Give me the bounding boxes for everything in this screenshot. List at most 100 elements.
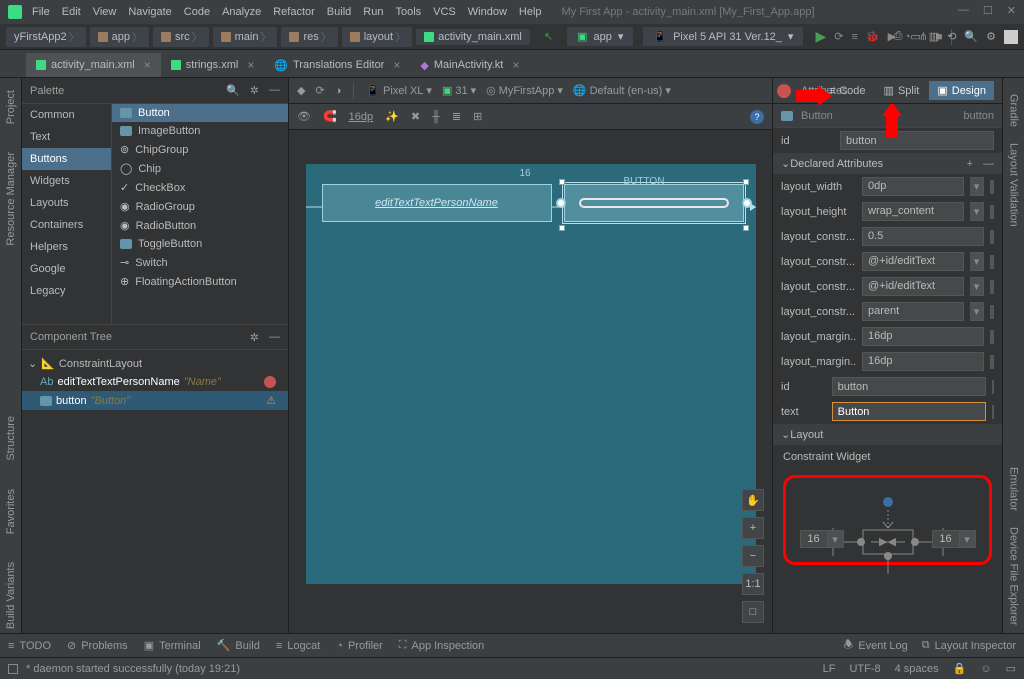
zoom-reset-button[interactable]: 1:1 bbox=[742, 573, 764, 595]
add-attr-icon[interactable]: + bbox=[967, 158, 973, 170]
palette-item-imagebutton[interactable]: ImageButton bbox=[112, 122, 288, 140]
attr-value-input[interactable] bbox=[832, 402, 986, 421]
palette-cat-helpers[interactable]: Helpers bbox=[22, 236, 111, 258]
chevron-down-icon[interactable]: ▾ bbox=[960, 530, 976, 548]
search-icon[interactable]: 🔍 bbox=[226, 84, 240, 97]
sync-icon[interactable]: ⟲ bbox=[947, 30, 956, 44]
apply-code-icon[interactable]: ≡ bbox=[851, 31, 857, 43]
status-user-icon[interactable]: ☺ bbox=[980, 663, 991, 675]
design-canvas[interactable]: 16 editTextTextPersonName BUTTON bbox=[306, 164, 756, 584]
attr-value-input[interactable]: 16dp bbox=[862, 352, 984, 371]
menu-window[interactable]: Window bbox=[468, 6, 507, 18]
breadcrumb[interactable]: app〉 bbox=[90, 27, 149, 47]
breadcrumb[interactable]: yFirstApp2〉 bbox=[6, 27, 86, 47]
palette-item-radiobutton[interactable]: ◉RadioButton bbox=[112, 216, 288, 235]
menu-edit[interactable]: Edit bbox=[62, 6, 81, 18]
gear-icon[interactable]: ✲ bbox=[250, 84, 259, 97]
night-icon[interactable]: ◑ bbox=[335, 85, 342, 97]
rail-resource-manager[interactable]: Resource Manager bbox=[5, 148, 17, 250]
attr-value-input[interactable]: 0.5 bbox=[862, 227, 984, 246]
run-icon[interactable]: ▶ bbox=[815, 28, 826, 45]
bottom-inspection[interactable]: ⛶ App Inspection bbox=[399, 639, 484, 652]
breadcrumb[interactable]: layout〉 bbox=[342, 27, 412, 47]
chevron-down-icon[interactable]: ▾ bbox=[970, 252, 984, 271]
tab-translations[interactable]: 🌐Translations Editor× bbox=[264, 53, 410, 77]
zoom-fit-button[interactable]: □ bbox=[742, 601, 764, 623]
view-split-button[interactable]: ▥ Split bbox=[876, 81, 928, 100]
bottom-logcat[interactable]: ≡ Logcat bbox=[276, 640, 320, 652]
palette-item-chip[interactable]: ◯Chip bbox=[112, 159, 288, 178]
status-encoding[interactable]: UTF-8 bbox=[849, 663, 880, 675]
rail-layout-validation[interactable]: Layout Validation bbox=[1008, 135, 1020, 235]
palette-item-chipgroup[interactable]: ⊚ChipGroup bbox=[112, 140, 288, 159]
menu-file[interactable]: File bbox=[32, 6, 50, 18]
view-code-button[interactable]: ≡ Code bbox=[821, 82, 874, 100]
settings-icon[interactable]: ⚙ bbox=[986, 30, 996, 44]
status-indent[interactable]: 4 spaces bbox=[895, 663, 939, 675]
menu-tools[interactable]: Tools bbox=[395, 6, 421, 18]
attr-value-input[interactable]: 0dp bbox=[862, 177, 964, 196]
attr-value-input[interactable]: @+id/editText bbox=[862, 277, 964, 296]
git-icon[interactable]: ⎙ bbox=[894, 30, 903, 44]
bottom-problems[interactable]: ⊘ Problems bbox=[67, 639, 128, 652]
clear-constraints-icon[interactable]: ✖ bbox=[411, 110, 420, 123]
attr-value-input[interactable]: @+id/editText bbox=[862, 252, 964, 271]
theme-picker[interactable]: ◎ MyFirstApp ▾ bbox=[486, 84, 563, 97]
help-icon[interactable]: ? bbox=[750, 110, 764, 124]
gear-icon[interactable]: ✲ bbox=[250, 331, 259, 344]
menu-build[interactable]: Build bbox=[327, 6, 351, 18]
breadcrumb[interactable]: res〉 bbox=[281, 27, 337, 47]
view-design-button[interactable]: ▣ Design bbox=[929, 81, 994, 100]
chevron-down-icon[interactable]: ▾ bbox=[970, 302, 984, 321]
cw-right-margin[interactable] bbox=[932, 530, 960, 548]
rail-build-variants[interactable]: Build Variants bbox=[5, 558, 17, 633]
palette-item-fab[interactable]: ⊕FloatingActionButton bbox=[112, 272, 288, 291]
tab-mainactivity[interactable]: ◆MainActivity.kt× bbox=[410, 53, 529, 77]
zoom-in-button[interactable]: + bbox=[742, 517, 764, 539]
status-lock-icon[interactable]: 🔒 bbox=[953, 662, 967, 675]
chevron-down-icon[interactable]: ▾ bbox=[970, 277, 984, 296]
menu-help[interactable]: Help bbox=[519, 6, 542, 18]
bottom-todo[interactable]: ≡ TODO bbox=[8, 640, 51, 652]
eye-icon[interactable]: 👁 bbox=[297, 110, 311, 123]
tree-item-button[interactable]: button "Button"⚠ bbox=[22, 391, 288, 410]
tab-activity-main[interactable]: activity_main.xml× bbox=[26, 53, 161, 77]
bottom-build[interactable]: 🔨 Build bbox=[217, 639, 260, 652]
breadcrumb[interactable]: main〉 bbox=[213, 27, 278, 47]
minimize-icon[interactable]: — bbox=[269, 331, 280, 344]
maximize-icon[interactable]: ☐ bbox=[983, 4, 993, 17]
rail-gradle[interactable]: Gradle bbox=[1008, 86, 1020, 135]
attr-value-input[interactable] bbox=[832, 377, 986, 396]
rail-favorites[interactable]: Favorites bbox=[5, 485, 17, 538]
align-icon[interactable]: ≣ bbox=[452, 110, 461, 123]
rail-project[interactable]: Project bbox=[5, 86, 17, 128]
bottom-eventlog[interactable]: 🕭 Event Log bbox=[843, 636, 907, 655]
attr-value-input[interactable]: 16dp bbox=[862, 327, 984, 346]
breadcrumb[interactable]: activity_main.xml bbox=[416, 29, 530, 45]
device-picker[interactable]: 📱 Pixel XL ▾ bbox=[366, 84, 432, 97]
close-icon[interactable]: ✕ bbox=[1007, 4, 1016, 17]
palette-item-checkbox[interactable]: ✓CheckBox bbox=[112, 178, 288, 197]
palette-cat-google[interactable]: Google bbox=[22, 258, 111, 280]
chevron-down-icon[interactable]: ▾ bbox=[828, 530, 844, 548]
menu-code[interactable]: Code bbox=[184, 6, 210, 18]
bottom-profiler[interactable]: ◔ Profiler bbox=[336, 640, 383, 652]
magnet-icon[interactable]: 🧲 bbox=[323, 110, 337, 123]
apply-changes-icon[interactable]: ⟳ bbox=[834, 30, 843, 43]
palette-cat-containers[interactable]: Containers bbox=[22, 214, 111, 236]
menu-navigate[interactable]: Navigate bbox=[128, 6, 171, 18]
close-tab-icon[interactable]: × bbox=[393, 58, 400, 72]
search-icon[interactable]: 🔍 bbox=[964, 30, 978, 44]
error-badge-icon[interactable] bbox=[777, 84, 791, 98]
chevron-down-icon[interactable]: ▾ bbox=[970, 202, 984, 221]
palette-item-button[interactable]: Button bbox=[112, 104, 288, 122]
sdk-icon[interactable]: ▥ bbox=[929, 30, 939, 44]
avd-icon[interactable]: ▭ bbox=[910, 30, 920, 44]
palette-item-switch[interactable]: ⊸Switch bbox=[112, 253, 288, 272]
rail-device-file-explorer[interactable]: Device File Explorer bbox=[1008, 519, 1020, 633]
guidelines-icon[interactable]: ╫ bbox=[432, 111, 440, 123]
attr-value-input[interactable]: parent bbox=[862, 302, 964, 321]
pan-icon[interactable]: ✋ bbox=[742, 489, 764, 511]
orientation-icon[interactable]: ⟳ bbox=[315, 84, 324, 97]
remove-attr-icon[interactable]: — bbox=[983, 158, 994, 170]
